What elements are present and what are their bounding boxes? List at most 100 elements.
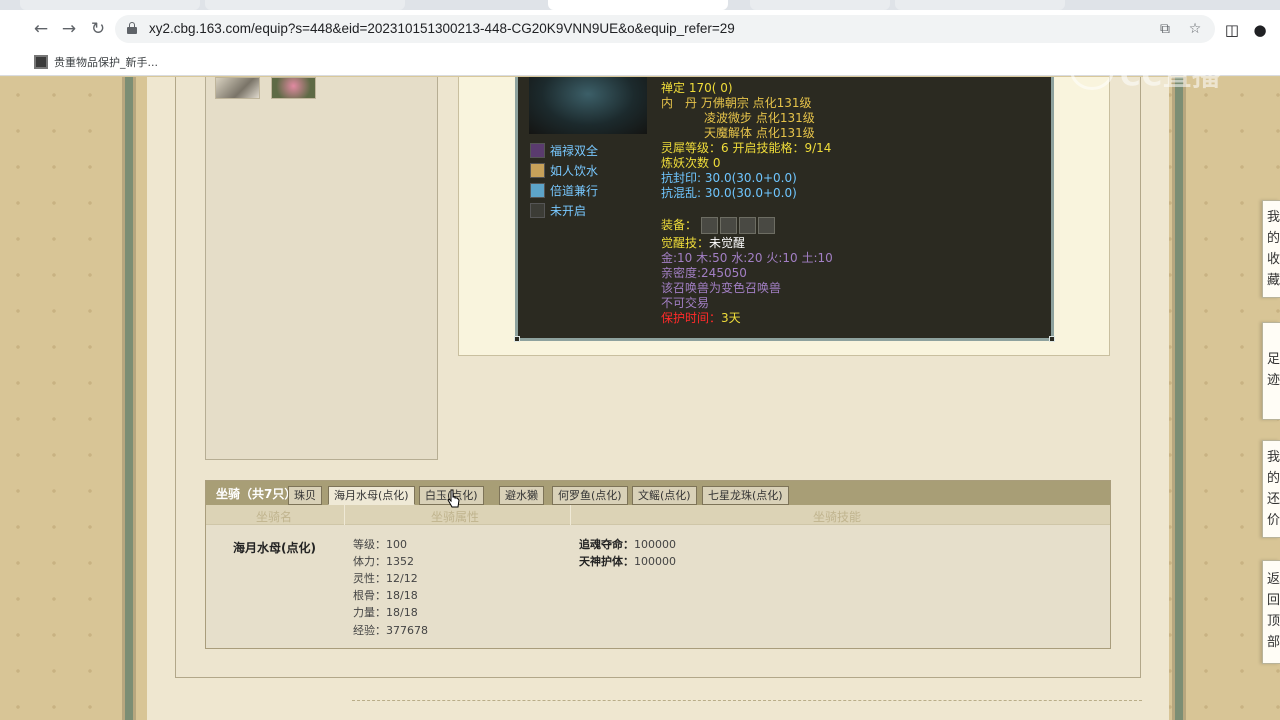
pet-attr-untradeable: 不可交易 (661, 296, 710, 310)
reload-icon[interactable]: ↻ (87, 18, 109, 40)
bookmark-favicon-icon (34, 55, 48, 69)
browser-tab[interactable] (750, 0, 890, 10)
pet-attr-neidan: 内 丹 万佛朝宗 点化131级 (661, 96, 812, 110)
attr-label: 等级： (353, 538, 386, 551)
attr-value: 377678 (386, 624, 428, 637)
equip-slot[interactable] (700, 217, 718, 234)
lock-icon[interactable] (127, 22, 137, 34)
pet-image (529, 77, 647, 134)
attr-label: 装备： (661, 218, 698, 232)
attr-label: 根骨： (353, 589, 386, 602)
column-divider (570, 505, 571, 525)
column-header: 坐骑名 (256, 510, 293, 524)
forward-icon[interactable]: → (58, 18, 80, 40)
browser-tab[interactable] (895, 0, 1065, 10)
watermark-circle-icon (1070, 50, 1114, 90)
equip-slot[interactable] (719, 217, 737, 234)
pet-skill[interactable]: 福禄双全 (530, 141, 598, 159)
mount-tab[interactable]: 七星龙珠(点化) (702, 486, 789, 505)
url-text[interactable]: xy2.cbg.163.com/equip?s=448&eid=20231015… (149, 21, 735, 36)
skill-label: 追魂夺命： (579, 538, 634, 551)
pet-attr-resist-chaos: 抗混乱: 30.0(30.0+0.0) (661, 186, 797, 200)
browser-tab-strip (0, 0, 1280, 10)
pet-skill[interactable]: 倍道兼行 (530, 181, 598, 199)
side-tab-favorites[interactable]: 我的收藏 (1262, 200, 1280, 298)
attr-value: 6 开启技能格：9/14 (721, 141, 832, 155)
item-thumbnail[interactable] (215, 77, 260, 99)
pet-attr-resist-seal: 抗封印: 30.0(30.0+0.0) (661, 171, 797, 185)
pet-attr-lingxi: 灵犀等级：6 开启技能格：9/14 (661, 141, 831, 156)
pet-protect-time: 保护时间：3天 (661, 311, 741, 326)
mount-tab[interactable]: 文鳐(点化) (632, 486, 697, 505)
mount-section: 坐骑（共7只） 珠贝 海月水母(点化) 白玉(点化) 避水獭 何罗鱼(点化) 文… (205, 480, 1111, 649)
attr-value: 100 (386, 538, 407, 551)
side-tab-history[interactable]: 足迹 (1262, 322, 1280, 420)
pet-attr-neidan: 天魔解体 点化131级 (704, 126, 815, 140)
pet-attr-elements: 金:10 木:50 水:20 火:10 土:10 (661, 251, 833, 265)
bookmark-label[interactable]: 贵重物品保护_新手... (54, 54, 158, 70)
attr-value: 1352 (386, 555, 414, 568)
mount-attr-row: 力量：18/18 (353, 604, 418, 620)
share-icon[interactable]: ⧉ (1155, 19, 1175, 39)
column-divider (344, 505, 345, 525)
side-tab-label: 我的收藏 (1267, 210, 1280, 288)
pet-skill[interactable]: 如人饮水 (530, 161, 598, 179)
attr-value: 18/18 (386, 606, 418, 619)
panel-corner (514, 336, 520, 342)
mount-attr-row: 根骨：18/18 (353, 587, 418, 603)
browser-tab-active[interactable] (548, 0, 728, 10)
skill-icon (530, 142, 545, 158)
side-tab-label: 足迹 (1267, 352, 1280, 388)
browser-tab[interactable] (205, 0, 405, 10)
item-thumbnail[interactable] (271, 77, 316, 99)
sidebar-icon[interactable]: ◫ (1222, 20, 1242, 40)
left-panel (205, 77, 438, 460)
attr-label: 觉醒技： (661, 236, 710, 250)
mount-tab[interactable]: 避水獭 (499, 486, 544, 505)
attr-value: 3天 (721, 311, 741, 325)
attr-label: 保护时间： (661, 311, 722, 325)
watermark-logo: CC直播 (1070, 50, 1240, 94)
pet-skill-label: 福禄双全 (550, 143, 599, 158)
browser-tab[interactable] (20, 0, 200, 10)
column-header: 坐骑技能 (813, 510, 862, 524)
column-header: 坐骑属性 (431, 510, 480, 524)
profile-icon[interactable]: ● (1250, 20, 1270, 40)
side-tab-label: 返回顶部 (1267, 572, 1280, 650)
pet-attr-chanding: 禅定 170( 0) (661, 81, 733, 95)
skill-icon (530, 202, 545, 218)
equip-slot[interactable] (738, 217, 756, 234)
attr-label: 体力： (353, 555, 386, 568)
equip-slot[interactable] (757, 217, 775, 234)
mount-tab[interactable]: 珠贝 (288, 486, 322, 505)
mount-header: 坐骑（共7只） 珠贝 海月水母(点化) 白玉(点化) 避水獭 何罗鱼(点化) 文… (206, 481, 1110, 505)
pet-attr-color-change: 该召唤兽为变色召唤兽 (661, 281, 782, 295)
address-bar[interactable]: xy2.cbg.163.com/equip?s=448&eid=20231015… (115, 15, 1215, 43)
mount-skill-row: 追魂夺命：100000 (579, 536, 676, 552)
pet-attr-intimacy: 亲密度:245050 (661, 266, 747, 280)
mount-tab-active[interactable]: 海月水母(点化) (328, 486, 415, 505)
mount-attr-row: 等级：100 (353, 536, 407, 552)
mount-tab[interactable]: 何罗鱼(点化) (552, 486, 628, 505)
mount-attr-row: 体力：1352 (353, 553, 414, 569)
star-icon[interactable]: ☆ (1185, 19, 1205, 39)
pet-skill-label: 未开启 (550, 203, 587, 218)
decorative-frame-right (1172, 77, 1186, 720)
mount-skill-row: 天神护体：100000 (579, 553, 676, 569)
browser-toolbar: ← → ↻ xy2.cbg.163.com/equip?s=448&eid=20… (0, 10, 1280, 48)
pet-skill-label: 倍道兼行 (550, 183, 599, 198)
watermark-text: CC直播 (1120, 59, 1222, 92)
side-tab-back-to-top[interactable]: 返回顶部 (1262, 560, 1280, 664)
mount-column-headers: 坐骑名 坐骑属性 坐骑技能 (206, 505, 1110, 525)
bookmark-item[interactable]: 贵重物品保护_新手... (34, 53, 158, 71)
attr-value: 18/18 (386, 589, 418, 602)
skill-icon (530, 162, 545, 178)
attr-value: 未觉醒 (709, 236, 746, 250)
pet-detail-panel: 福禄双全 如人饮水 倍道兼行 未开启 禅定 170( 0) 内 丹 万佛朝宗 点… (514, 77, 1055, 342)
pet-skill[interactable]: 未开启 (530, 201, 586, 219)
pet-attr-lianyao: 炼妖次数 0 (661, 156, 721, 170)
back-icon[interactable]: ← (30, 18, 52, 40)
pet-awaken-skill: 觉醒技：未觉醒 (661, 236, 745, 251)
side-tab-offers[interactable]: 我的还价 (1262, 440, 1280, 538)
dashed-divider (352, 700, 1142, 701)
